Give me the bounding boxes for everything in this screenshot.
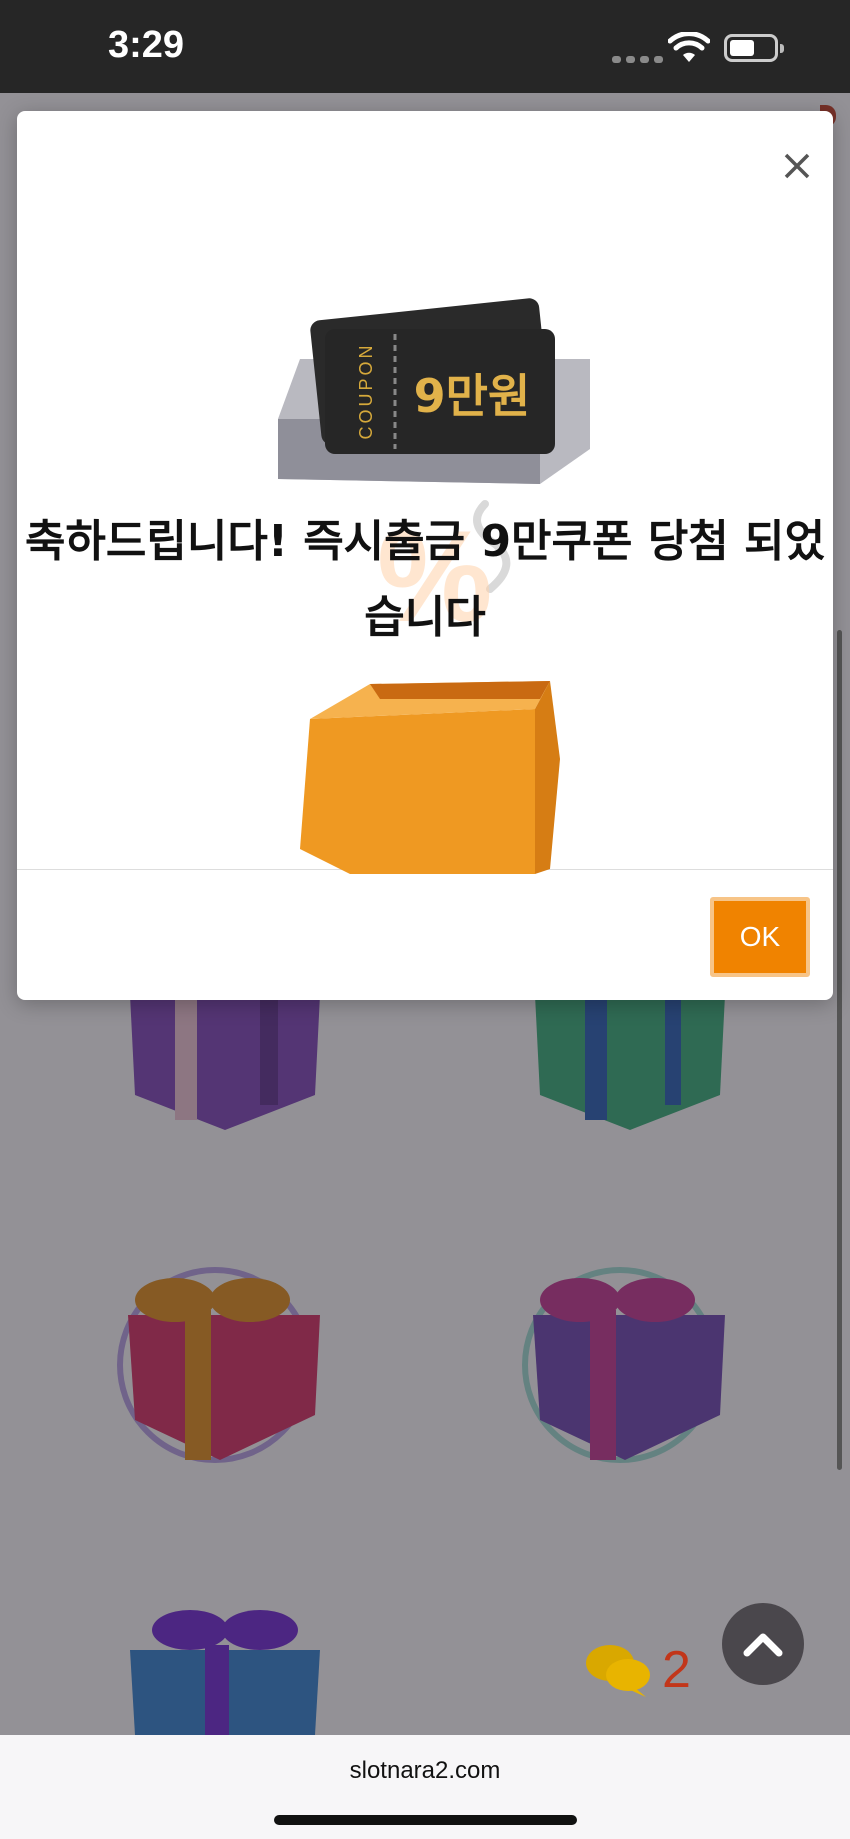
browser-address-bar[interactable]: slotnara2.com <box>0 1735 850 1839</box>
ok-button[interactable]: OK <box>710 897 810 977</box>
coupon-modal: COUPON 9만원 % 축하드립니다! 즉시출금 9만쿠폰 당첨 되었습니다 … <box>17 111 833 1000</box>
url-text[interactable]: slotnara2.com <box>0 1757 850 1785</box>
coupon-label: COUPON <box>356 342 376 439</box>
wifi-icon <box>668 32 710 62</box>
chevron-up-icon <box>743 1633 783 1657</box>
close-icon <box>784 153 810 179</box>
chat-bubbles-icon <box>586 1645 650 1697</box>
chat-widget[interactable]: 2 <box>584 1640 691 1700</box>
status-bar: 3:29 <box>0 0 850 93</box>
battery-icon <box>724 34 778 62</box>
close-button[interactable] <box>772 141 822 191</box>
scroll-to-top-button[interactable] <box>722 1603 804 1685</box>
scrollbar[interactable] <box>837 630 842 1470</box>
cellular-signal-icon <box>612 56 663 63</box>
home-indicator[interactable] <box>274 1815 577 1825</box>
coupon-amount: 9만원 <box>414 369 531 423</box>
status-time: 3:29 <box>108 24 185 66</box>
modal-message: 축하드립니다! 즉시출금 9만쿠폰 당첨 되었습니다 <box>24 516 826 643</box>
chat-count: 2 <box>662 1641 691 1699</box>
